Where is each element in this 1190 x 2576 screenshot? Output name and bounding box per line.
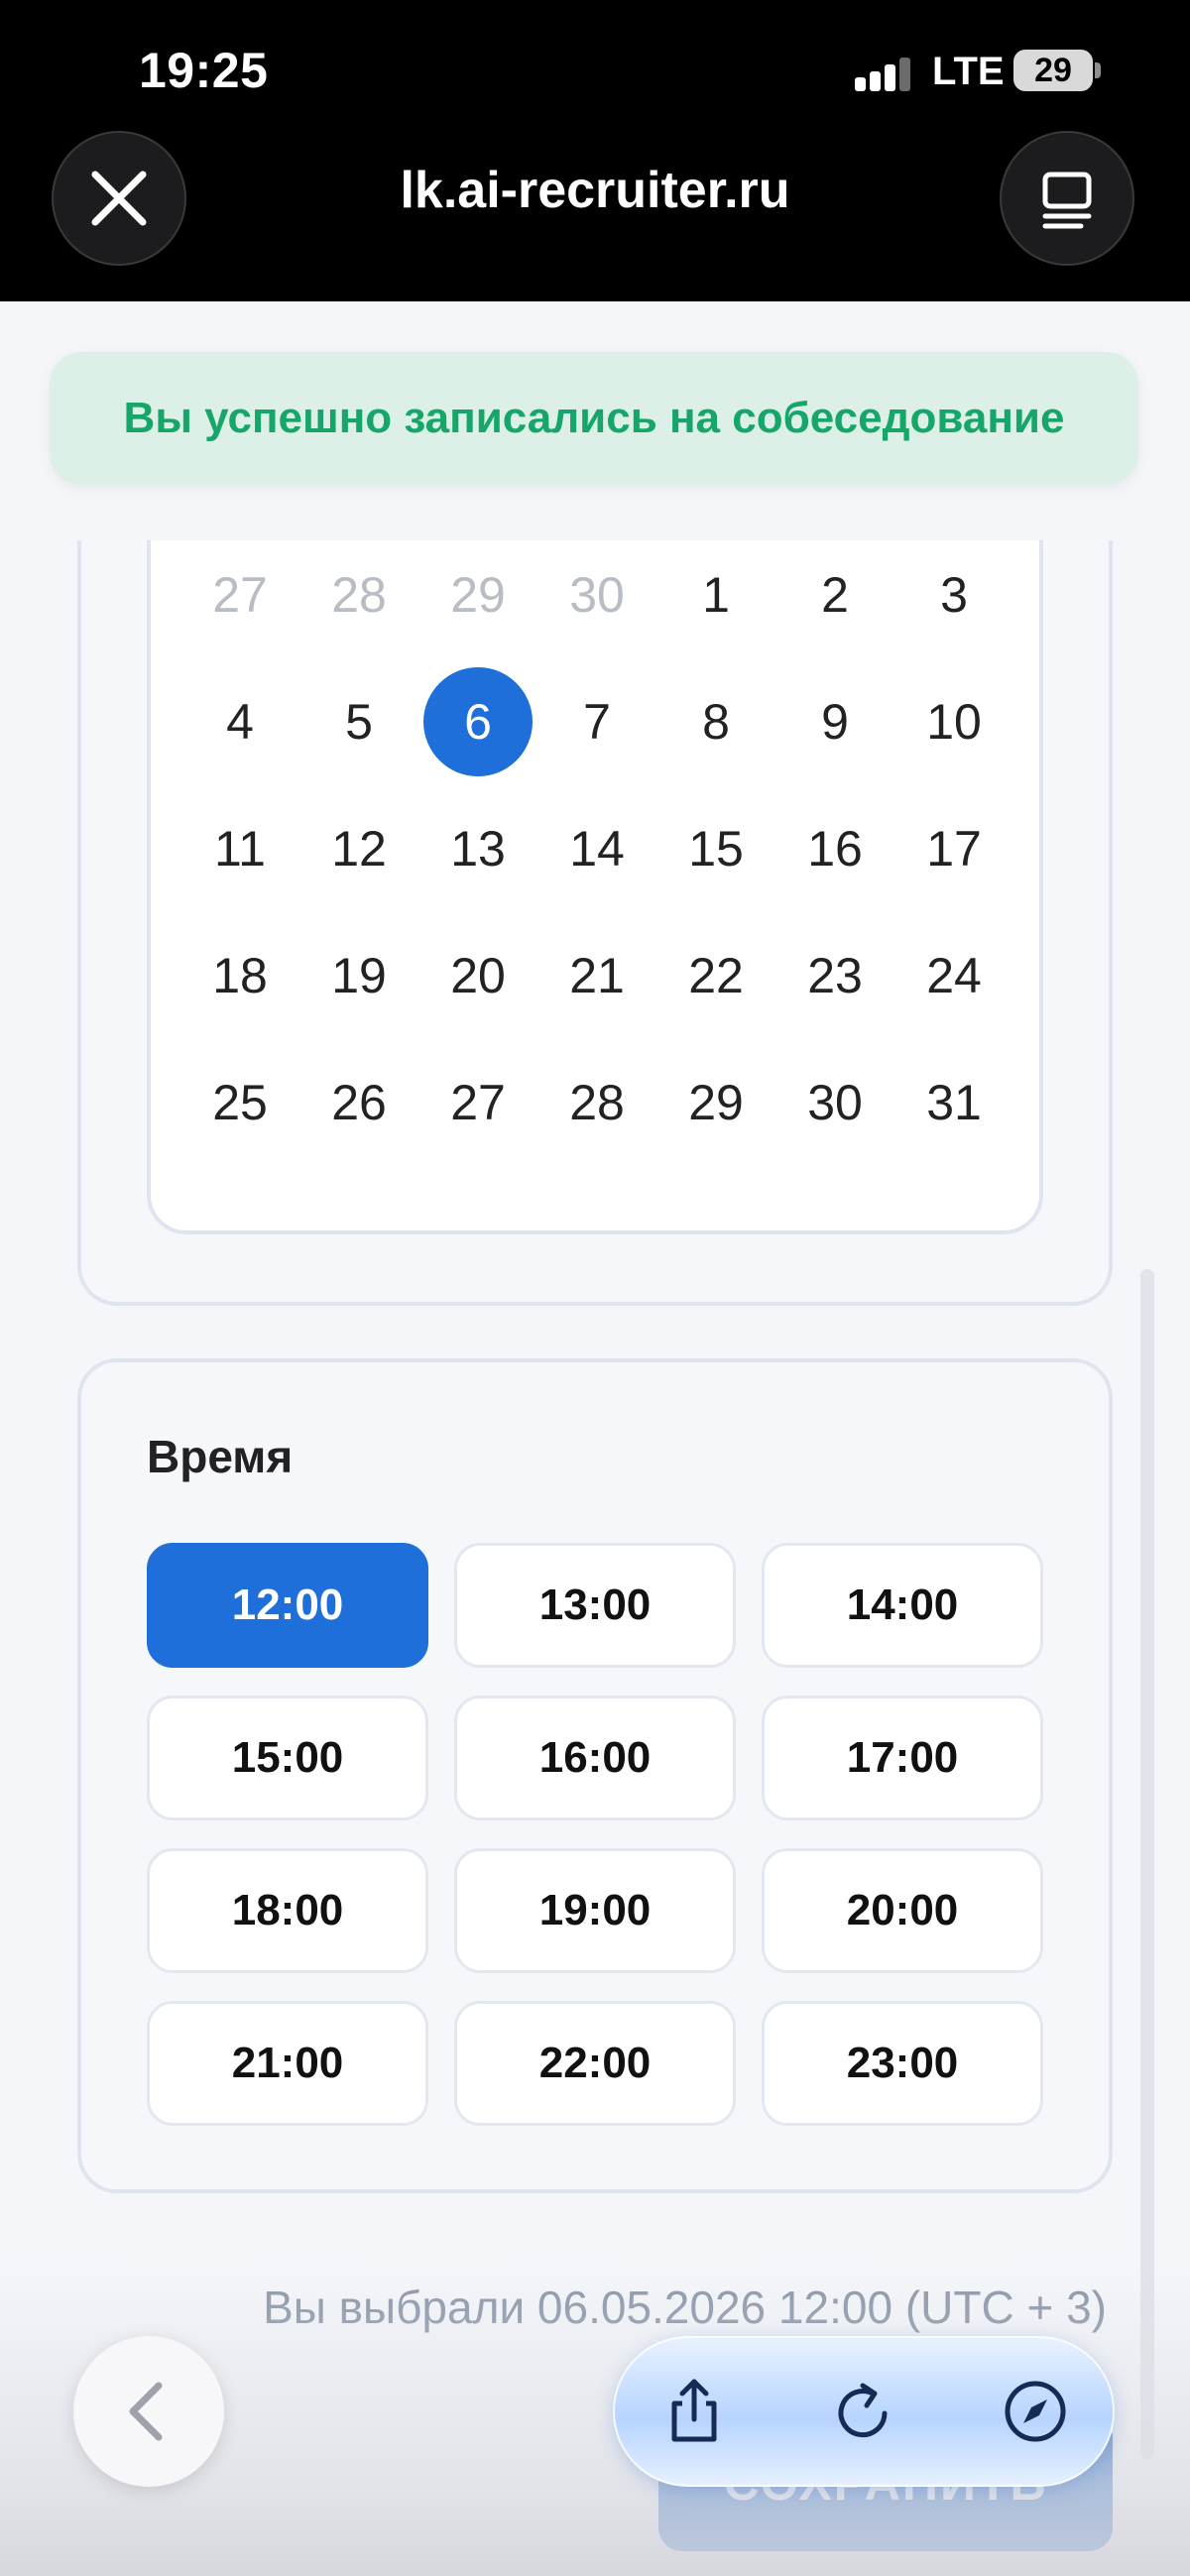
browser-toolbar (613, 2336, 1115, 2487)
time-slot[interactable]: 18:00 (147, 1848, 428, 1973)
compass-icon[interactable] (998, 2374, 1073, 2449)
calendar-day[interactable]: 6 (423, 667, 533, 776)
calendar-day[interactable]: 11 (185, 794, 295, 903)
time-slot[interactable]: 14:00 (762, 1543, 1043, 1668)
calendar-day[interactable]: 10 (899, 667, 1009, 776)
calendar-day[interactable]: 8 (661, 667, 771, 776)
share-icon[interactable] (656, 2374, 732, 2449)
browser-chrome: 19:25 LTE 29 lk.ai-recruiter.ru (0, 0, 1190, 301)
status-time: 19:25 (139, 43, 269, 98)
calendar-day[interactable]: 13 (423, 794, 533, 903)
time-slot[interactable]: 20:00 (762, 1848, 1043, 1973)
time-slot[interactable]: 16:00 (454, 1696, 736, 1820)
calendar-day[interactable]: 18 (185, 921, 295, 1030)
calendar-day[interactable]: 1 (661, 540, 771, 649)
chevron-left-icon (129, 2382, 163, 2441)
cellular-signal-icon (855, 56, 914, 91)
calendar-day[interactable]: 27 (423, 1048, 533, 1157)
network-type: LTE (932, 50, 1005, 93)
calendar-day[interactable]: 31 (899, 1048, 1009, 1157)
calendar-day[interactable]: 14 (542, 794, 652, 903)
selection-summary: Вы выбрали 06.05.2026 12:00 (UTC + 3) (263, 2282, 1107, 2333)
time-slot[interactable]: 12:00 (147, 1543, 428, 1668)
calendar-day[interactable]: 5 (304, 667, 414, 776)
tabs-icon (1042, 172, 1092, 229)
calendar-day[interactable]: 24 (899, 921, 1009, 1030)
calendar-day[interactable]: 28 (304, 540, 414, 649)
calendar-day[interactable]: 7 (542, 667, 652, 776)
battery-tip (1095, 62, 1101, 78)
calendar-day[interactable]: 30 (542, 540, 652, 649)
calendar-day[interactable]: 4 (185, 667, 295, 776)
back-button[interactable] (73, 2336, 224, 2487)
calendar-grid: 27 28 29 30 1 2 3 4 5 6 7 8 9 10 11 12 13 14 15 16 17 18 19 20 2… (147, 540, 1043, 1234)
time-slot[interactable]: 22:00 (454, 2001, 736, 2126)
calendar-day[interactable]: 16 (780, 794, 890, 903)
battery-indicator: 29 (1013, 50, 1093, 91)
calendar-day[interactable]: 30 (780, 1048, 890, 1157)
time-slot[interactable]: 19:00 (454, 1848, 736, 1973)
time-heading: Время (147, 1431, 294, 1482)
calendar-day[interactable]: 3 (899, 540, 1009, 649)
time-slot[interactable]: 21:00 (147, 2001, 428, 2126)
calendar-day[interactable]: 17 (899, 794, 1009, 903)
calendar-day[interactable]: 28 (542, 1048, 652, 1157)
success-toast: Вы успешно записались на собеседование (50, 352, 1138, 485)
calendar-day[interactable]: 2 (780, 540, 890, 649)
calendar-day[interactable]: 19 (304, 921, 414, 1030)
calendar-day[interactable]: 9 (780, 667, 890, 776)
calendar-day[interactable]: 27 (185, 540, 295, 649)
calendar-day[interactable]: 21 (542, 921, 652, 1030)
scrollbar[interactable] (1140, 1269, 1154, 2459)
calendar-day[interactable]: 20 (423, 921, 533, 1030)
time-slot[interactable]: 13:00 (454, 1543, 736, 1668)
time-slot[interactable]: 23:00 (762, 2001, 1043, 2126)
time-slot[interactable]: 15:00 (147, 1696, 428, 1820)
calendar-day[interactable]: 25 (185, 1048, 295, 1157)
calendar-day[interactable]: 23 (780, 921, 890, 1030)
calendar-day[interactable]: 26 (304, 1048, 414, 1157)
calendar-day[interactable]: 29 (423, 540, 533, 649)
reload-icon[interactable] (827, 2374, 902, 2449)
calendar-day[interactable]: 15 (661, 794, 771, 903)
time-slot[interactable]: 17:00 (762, 1696, 1043, 1820)
calendar-day[interactable]: 29 (661, 1048, 771, 1157)
tabs-button[interactable] (1000, 131, 1134, 266)
calendar-day[interactable]: 12 (304, 794, 414, 903)
calendar-day[interactable]: 22 (661, 921, 771, 1030)
